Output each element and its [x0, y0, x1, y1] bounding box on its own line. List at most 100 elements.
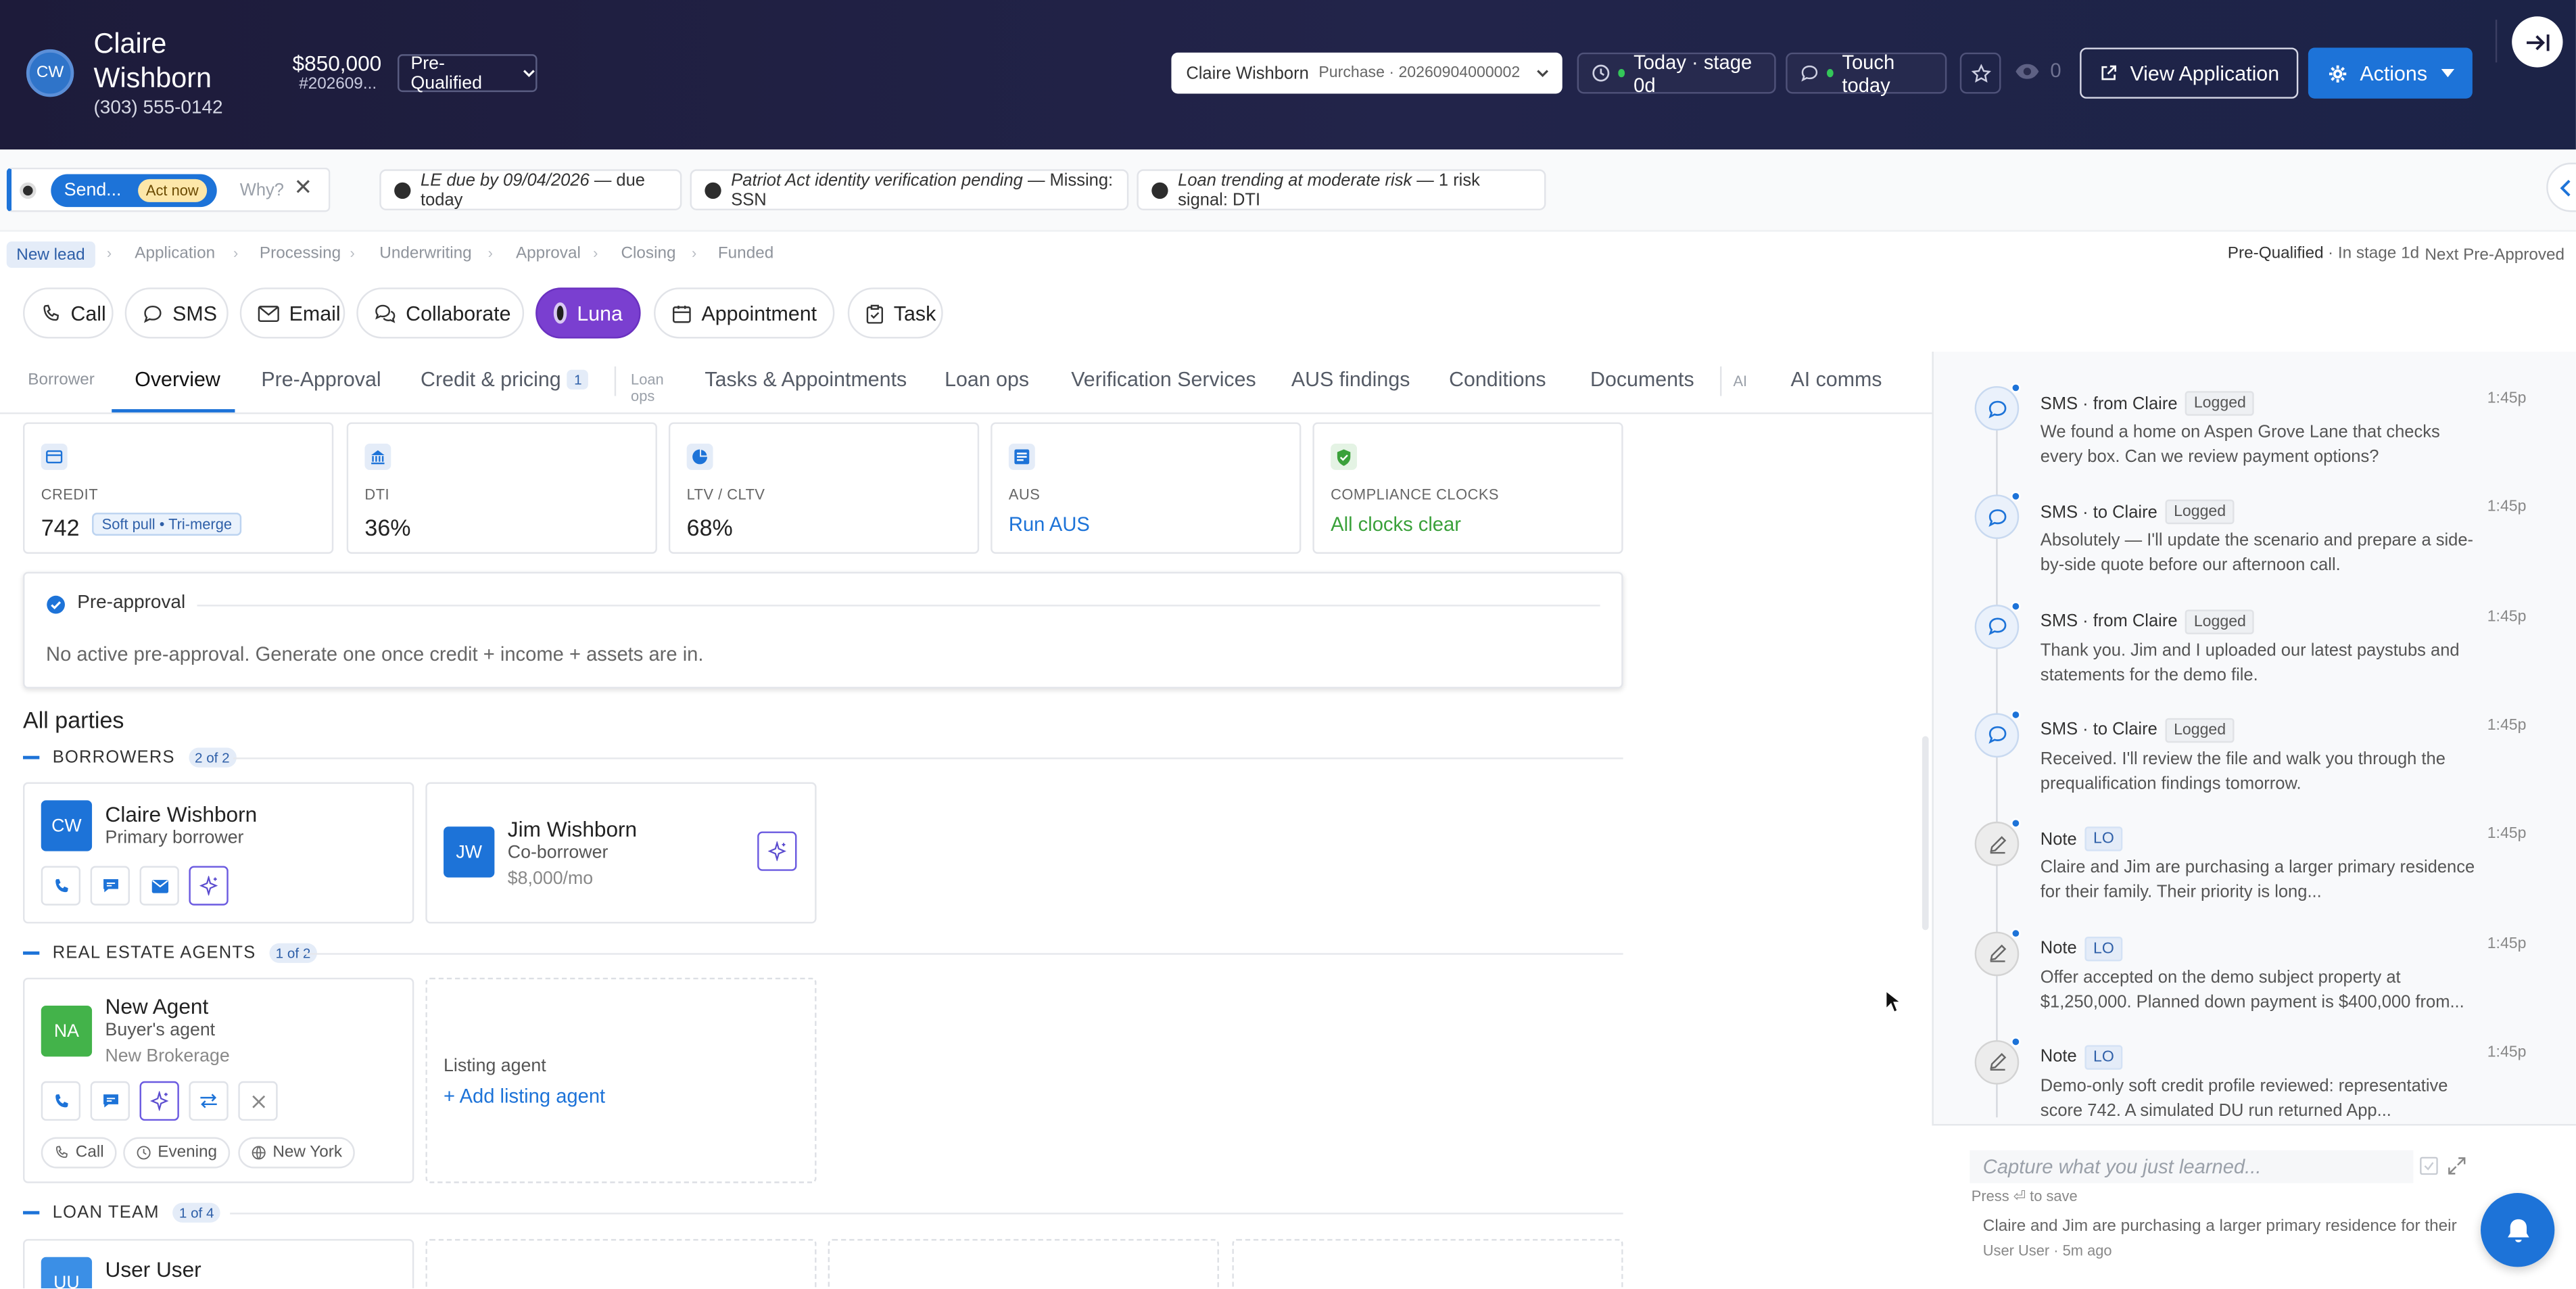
alert-chip[interactable]: LE due by 09/04/2026 — due today	[379, 169, 682, 211]
tab-borrower[interactable]: Borrower	[28, 371, 95, 390]
pipeline-stage[interactable]: Underwriting	[379, 245, 471, 263]
alert-chip[interactable]: Patriot Act identity verification pendin…	[690, 169, 1129, 211]
party-name[interactable]: New Agent	[105, 994, 209, 1018]
sms-party-button[interactable]	[90, 866, 130, 906]
email-party-button[interactable]	[139, 866, 179, 906]
call-button[interactable]: Call	[23, 287, 114, 339]
luna-icon	[705, 181, 721, 198]
collapse-header-button[interactable]	[2512, 16, 2563, 68]
task-button[interactable]: Task	[847, 287, 943, 339]
actions-button[interactable]: Actions	[2308, 47, 2473, 99]
luna-button[interactable]: Luna	[535, 287, 641, 339]
chevron-right-icon: ›	[593, 245, 598, 262]
scrollbar[interactable]	[1922, 736, 1929, 931]
swap-icon	[199, 1093, 218, 1109]
tab-credit-pricing[interactable]: Credit & pricing 1	[421, 368, 589, 392]
add-listing-agent-link[interactable]: + Add listing agent	[444, 1085, 605, 1108]
kpi-card-dti[interactable]: DTI 36%	[346, 422, 657, 554]
sparkle-icon	[149, 1091, 169, 1111]
touch-today[interactable]: Touch today	[1786, 50, 1947, 96]
tab-loan-ops[interactable]: Loan ops	[945, 368, 1029, 391]
credit-pull-badge: Soft pull • Tri-merge	[92, 513, 242, 536]
close-icon[interactable]	[295, 179, 310, 194]
email-label: Email	[289, 301, 341, 325]
external-link-icon	[2099, 64, 2117, 83]
kpi-card-aus[interactable]: AUS Run AUS	[991, 422, 1302, 554]
kpi-card-credit[interactable]: CREDIT 742 Soft pull • Tri-merge	[23, 422, 334, 554]
tab-documents[interactable]: Documents	[1590, 368, 1694, 391]
call-party-button[interactable]	[41, 866, 81, 906]
divider	[614, 366, 617, 396]
tab-verification-services[interactable]: Verification Services	[1071, 368, 1256, 391]
ai-assist-button[interactable]	[139, 1081, 179, 1121]
chat-bubble-icon	[1974, 713, 2020, 757]
tab-credit-label: Credit & pricing	[421, 368, 561, 392]
sms-party-button[interactable]	[90, 1081, 130, 1121]
expand-icon[interactable]	[2448, 1157, 2466, 1175]
tab-aus-findings[interactable]: AUS findings	[1291, 368, 1410, 391]
appointment-button[interactable]: Appointment	[654, 287, 835, 339]
arrow-right-to-bar-icon	[2524, 32, 2550, 51]
swap-agent-button[interactable]	[189, 1081, 229, 1121]
pipeline-stage[interactable]: Application	[135, 245, 215, 263]
avatar: JW	[444, 826, 495, 878]
send-button[interactable]: Send... Act now	[51, 174, 217, 208]
timeline-item-header[interactable]: Note LO	[2041, 935, 2122, 961]
run-aus-link[interactable]: Run AUS	[1009, 513, 1090, 536]
party-role: Co-borrower	[507, 843, 609, 863]
sparkle-icon	[199, 876, 218, 896]
tab-tasks-appointments[interactable]: Tasks & Appointments	[705, 368, 907, 391]
view-application-button[interactable]: View Application	[2080, 47, 2299, 99]
phone-icon	[54, 1146, 69, 1161]
timeline-item-time: 1:45p	[2487, 498, 2527, 517]
section-marker	[23, 755, 40, 759]
timeline-item-title: Note	[2040, 1047, 2077, 1067]
section-label: LOAN TEAM	[52, 1202, 160, 1223]
timeline-item-header[interactable]: SMS · from Claire Logged	[2041, 391, 2255, 416]
sms-button[interactable]: SMS	[124, 287, 229, 339]
pipeline-stage-current[interactable]: New lead	[6, 241, 95, 268]
check-square-icon[interactable]	[2420, 1156, 2438, 1175]
timeline-item-header[interactable]: SMS · to Claire Logged	[2041, 500, 2235, 525]
capture-input[interactable]: Capture what you just learned...	[1970, 1150, 2414, 1183]
party-name[interactable]: Jim Wishborn	[508, 817, 637, 841]
remove-agent-button[interactable]	[238, 1081, 278, 1121]
party-name[interactable]: User User	[105, 1257, 201, 1282]
why-link[interactable]: Why?	[240, 181, 284, 200]
stage-dropdown[interactable]: Pre-Qualified	[398, 53, 538, 93]
kpi-card-compliance[interactable]: COMPLIANCE CLOCKS All clocks clear	[1312, 422, 1623, 554]
ai-assist-button[interactable]	[757, 831, 797, 871]
section-borrowers: BORROWERS 2 of 2	[23, 747, 237, 768]
call-party-button[interactable]	[41, 1081, 81, 1121]
email-button[interactable]: Email	[239, 287, 345, 339]
timeline-item-header[interactable]: Note LO	[2040, 1044, 2122, 1070]
pipeline-stage[interactable]: Closing	[621, 245, 675, 263]
borrower-phone[interactable]: (303) 555-0142	[93, 99, 222, 118]
timeline-item-header[interactable]: Note LO	[2041, 826, 2122, 852]
tab-pre-approval[interactable]: Pre-Approval	[261, 368, 381, 391]
stage-timer[interactable]: Today · stage 0d	[1577, 50, 1776, 96]
timeline-item-header[interactable]: SMS · to Claire Logged	[2041, 718, 2235, 743]
pipeline-stage[interactable]: Processing	[260, 245, 341, 263]
viewer-count: 0	[2050, 59, 2061, 83]
viewers[interactable]: 0	[2014, 59, 2061, 82]
tab-conditions[interactable]: Conditions	[1449, 368, 1546, 391]
favorite-button[interactable]	[1959, 52, 2001, 94]
ai-assist-button[interactable]	[189, 866, 229, 906]
pipeline-stage[interactable]: Approval	[516, 245, 581, 263]
loan-selector[interactable]: Claire Wishborn Purchase · 2026090400000…	[1171, 52, 1563, 94]
timeline-item-header[interactable]: SMS · from Claire Logged	[2041, 609, 2255, 634]
luna-icon	[394, 181, 411, 198]
kpi-card-ltv[interactable]: LTV / CLTV 68%	[668, 422, 980, 554]
alert-chip[interactable]: Loan trending at moderate risk — 1 risk …	[1137, 169, 1546, 211]
notifications-button[interactable]	[2480, 1193, 2555, 1267]
pipeline-stage[interactable]: Funded	[718, 245, 773, 263]
kpi-value: 742	[41, 514, 80, 541]
collaborate-button[interactable]: Collaborate	[356, 287, 525, 339]
gear-icon	[2327, 64, 2347, 83]
tab-ai-comms[interactable]: AI comms	[1790, 368, 1882, 391]
party-name[interactable]: Claire Wishborn	[105, 802, 258, 826]
tab-overview[interactable]: Overview	[135, 368, 220, 391]
sparkle-icon	[767, 841, 787, 862]
timeline-item-body: Received. I'll review the file and walk …	[2040, 749, 2446, 794]
